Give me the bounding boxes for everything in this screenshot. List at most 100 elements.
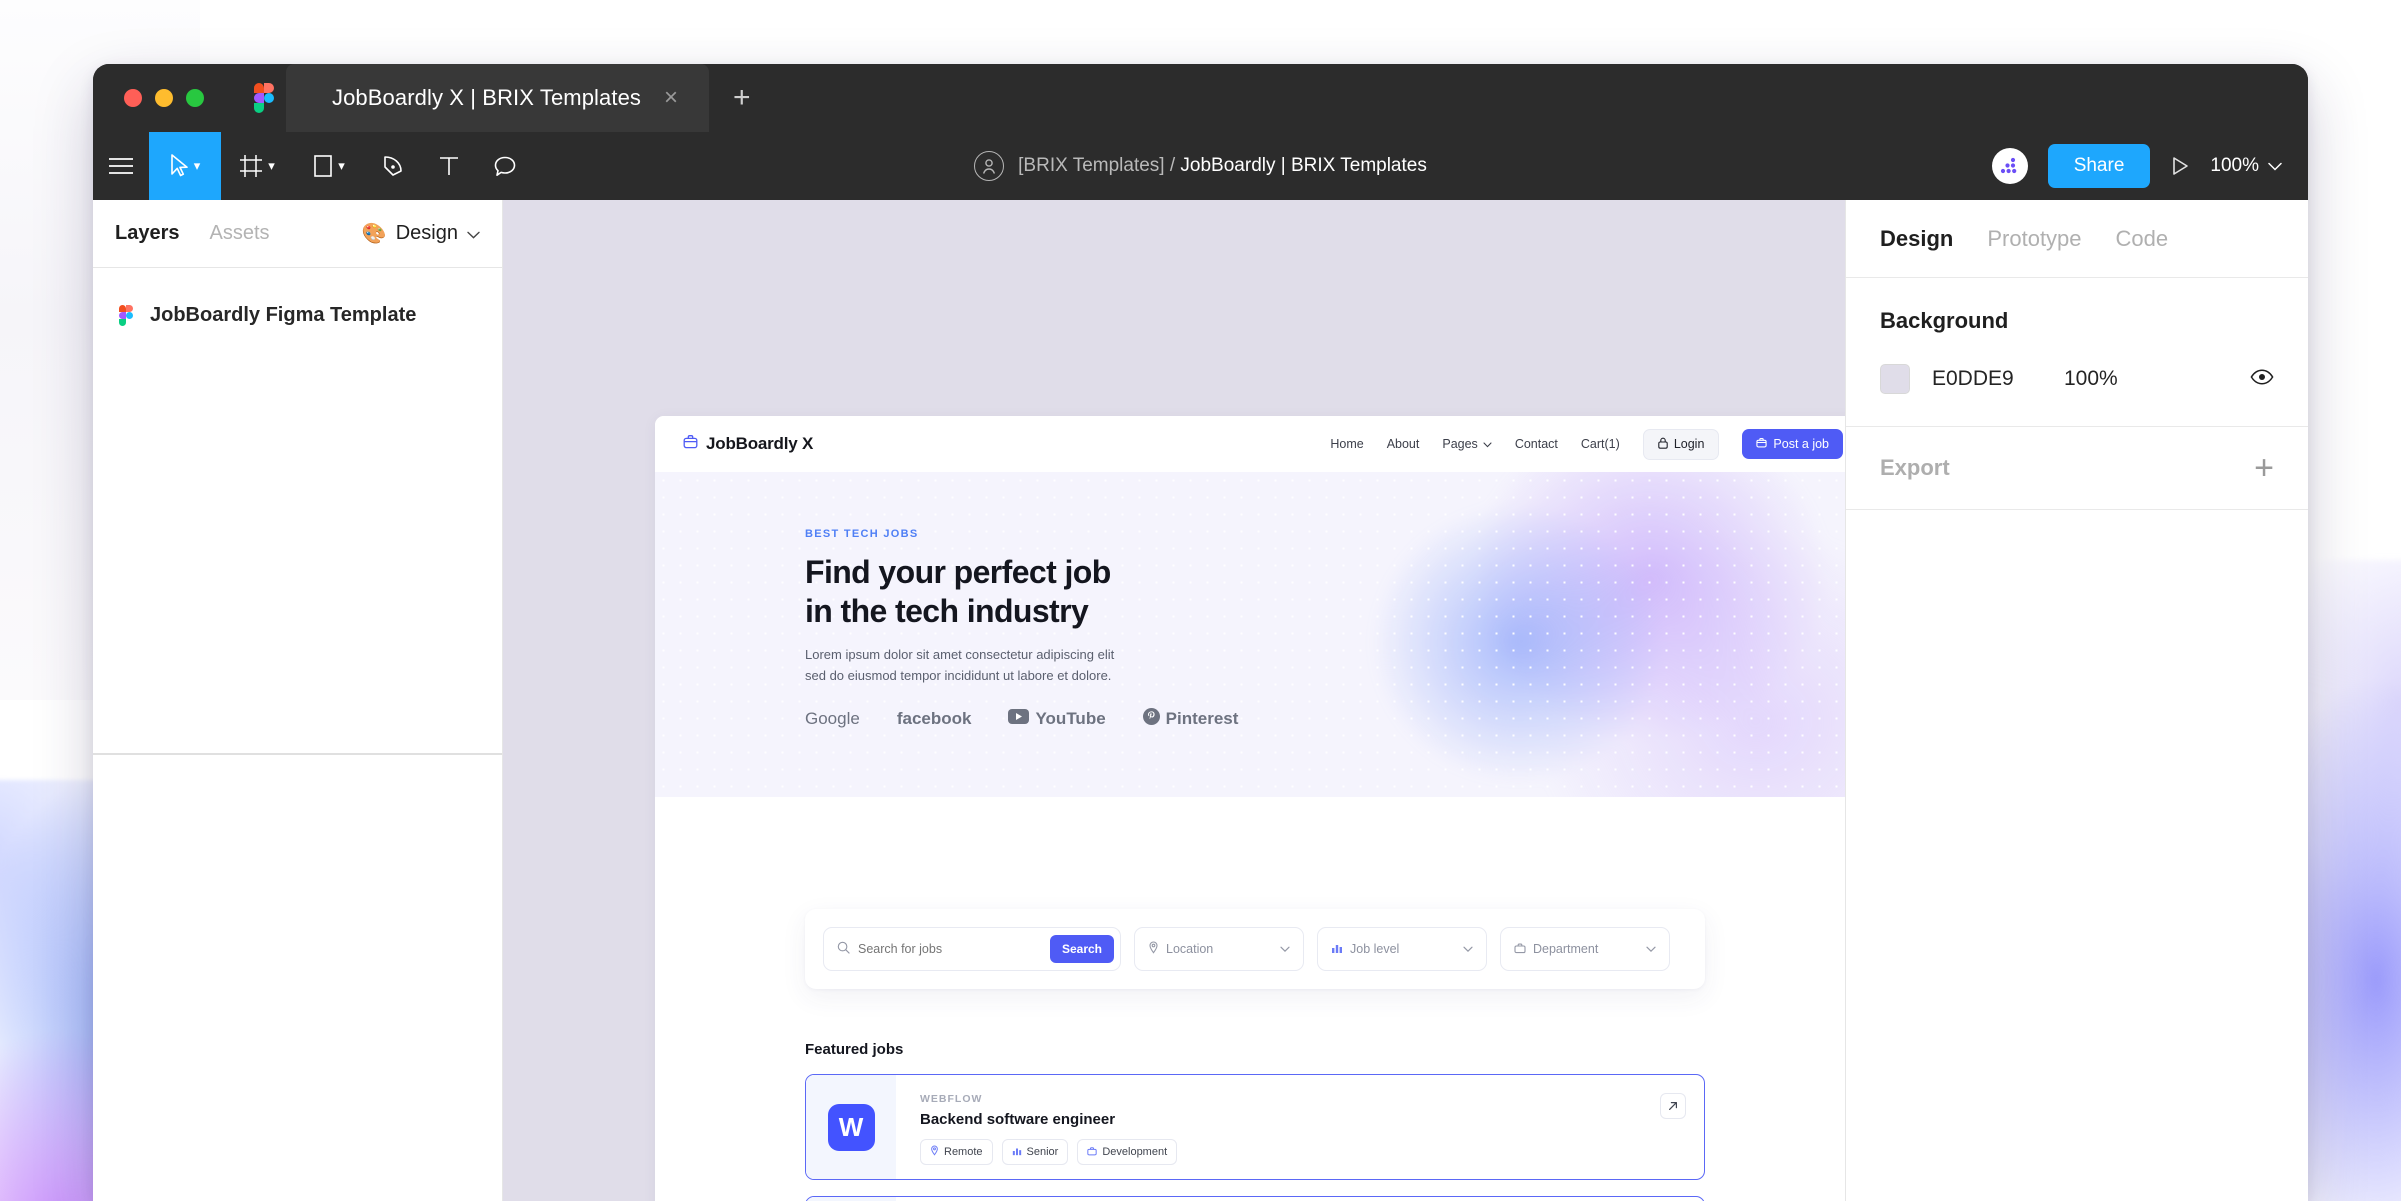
list-item[interactable]: JobBoardly Figma Template xyxy=(93,294,502,337)
toolbar-right-actions: Share 100% xyxy=(1991,132,2282,200)
add-export-icon[interactable]: + xyxy=(2254,450,2274,485)
layer-list: JobBoardly Figma Template xyxy=(93,268,502,337)
figma-toolbar: ▾ ▾ ▾ [BRIX Templates] / JobBoardly | BR… xyxy=(93,132,2308,200)
zoom-chevron-down-icon[interactable] xyxy=(2268,155,2282,177)
job-card-facebook[interactable]: f FACEBOOK React native developer xyxy=(805,1196,1705,1201)
arrow-up-right-icon[interactable] xyxy=(1660,1093,1686,1119)
shape-tool-chevron-down-icon[interactable]: ▾ xyxy=(338,158,345,174)
left-sidebar-tabs: Layers Assets 🎨 Design xyxy=(93,200,502,268)
zoom-level-value: 100% xyxy=(2210,155,2259,176)
facebook-logo-label: facebook xyxy=(896,708,972,728)
maximize-window-button[interactable] xyxy=(186,89,204,107)
collaborator-avatar[interactable] xyxy=(1991,148,2028,184)
tab-assets[interactable]: Assets xyxy=(210,222,270,245)
figma-file-icon xyxy=(119,305,133,326)
frame-tool-button[interactable]: ▾ xyxy=(221,132,293,200)
tab-prototype[interactable]: Prototype xyxy=(1987,226,2081,252)
briefcase-icon xyxy=(683,434,698,454)
webflow-logo-icon: W xyxy=(827,1103,875,1151)
comment-tool-button[interactable] xyxy=(477,132,533,200)
nav-link-contact[interactable]: Contact xyxy=(1515,437,1558,451)
job-open-arrow[interactable] xyxy=(1642,1075,1704,1179)
search-input[interactable] xyxy=(858,942,1042,956)
pen-tool-button[interactable] xyxy=(365,132,421,200)
department-chevron-down-icon[interactable] xyxy=(1646,942,1656,956)
visibility-eye-icon[interactable] xyxy=(2250,369,2274,390)
background-hex-value[interactable]: E0DDE9 xyxy=(1932,367,2064,391)
present-play-icon[interactable] xyxy=(2170,155,2190,177)
move-tool-button[interactable]: ▾ xyxy=(149,132,221,200)
job-tag-department: Development xyxy=(1077,1139,1178,1165)
nav-link-cart[interactable]: Cart(1) xyxy=(1581,437,1620,451)
tab-code[interactable]: Code xyxy=(2116,226,2169,252)
background-section: Background E0DDE9 100% xyxy=(1846,278,2308,427)
job-tag-location: Remote xyxy=(920,1139,993,1165)
job-logo-wrapper: W xyxy=(806,1075,896,1179)
login-button[interactable]: Login xyxy=(1642,428,1720,460)
text-tool-button[interactable] xyxy=(421,132,477,200)
youtube-play-icon xyxy=(1008,708,1030,729)
share-button[interactable]: Share xyxy=(2047,144,2151,188)
frame-tool-chevron-down-icon[interactable]: ▾ xyxy=(268,158,275,174)
design-mode-switch[interactable]: 🎨 Design xyxy=(362,221,480,246)
hero-subtext-line-1: Lorem ipsum dolor sit amet consectetur a… xyxy=(805,647,1115,663)
job-company-name: WEBFLOW xyxy=(920,1093,983,1105)
background-opacity-value[interactable]: 100% xyxy=(2064,367,2118,391)
website-frame: JobBoardly X Home About Pages Contact Ca… xyxy=(655,416,1845,1201)
zoom-level-control[interactable]: 100% xyxy=(2210,155,2282,177)
search-input-wrapper[interactable]: Search xyxy=(823,927,1121,971)
department-filter-dropdown[interactable]: Department xyxy=(1500,927,1670,971)
tab-layers[interactable]: Layers xyxy=(115,222,180,245)
site-nav-links: Home About Pages Contact Cart(1) Login P… xyxy=(1330,428,1843,460)
location-filter-label: Location xyxy=(1166,942,1214,956)
logo-pinterest: Pinterest xyxy=(1142,707,1238,730)
location-filter-dropdown[interactable]: Location xyxy=(1134,927,1304,971)
background-color-swatch[interactable] xyxy=(1880,364,1910,394)
job-level-chevron-down-icon[interactable] xyxy=(1463,942,1473,956)
job-tag-level: Senior xyxy=(1001,1139,1069,1165)
job-open-arrow[interactable] xyxy=(1642,1197,1704,1201)
nav-pages-chevron-down-icon[interactable] xyxy=(1483,437,1492,451)
close-tab-icon[interactable]: × xyxy=(659,86,683,110)
minimize-window-button[interactable] xyxy=(155,89,173,107)
pin-icon xyxy=(930,1145,939,1159)
post-a-job-button[interactable]: Post a job xyxy=(1742,429,1843,459)
document-tab[interactable]: JobBoardly X | BRIX Templates × xyxy=(286,64,710,132)
hero-subtext-line-2: sed do eiusmod tempor incididunt ut labo… xyxy=(805,667,1112,683)
figma-app-window: JobBoardly X | BRIX Templates × + ▾ ▾ ▾ xyxy=(93,64,2308,1201)
site-brand[interactable]: JobBoardly X xyxy=(683,434,813,454)
nav-link-pages-label: Pages xyxy=(1442,437,1478,451)
shape-tool-button[interactable]: ▾ xyxy=(293,132,365,200)
job-details: FACEBOOK React native developer Austin, … xyxy=(896,1197,1642,1201)
nav-link-about[interactable]: About xyxy=(1387,437,1420,451)
search-icon xyxy=(837,941,850,957)
window-controls xyxy=(124,89,204,107)
post-a-job-label: Post a job xyxy=(1773,437,1829,451)
login-label: Login xyxy=(1673,437,1705,451)
right-sidebar: Design Prototype Code Background E0DDE9 … xyxy=(1845,200,2308,1201)
move-tool-chevron-down-icon[interactable]: ▾ xyxy=(194,158,201,174)
design-mode-chevron-down-icon[interactable] xyxy=(467,222,480,245)
document-tab-label: JobBoardly X | BRIX Templates xyxy=(332,85,642,110)
briefcase-icon xyxy=(1087,1146,1097,1159)
main-menu-button[interactable] xyxy=(93,132,149,200)
figma-logo-icon xyxy=(254,83,274,113)
pinterest-icon xyxy=(1142,707,1160,730)
google-logo-label: Google xyxy=(805,708,860,728)
tab-design[interactable]: Design xyxy=(1880,226,1953,252)
layer-name: JobBoardly Figma Template xyxy=(150,304,417,326)
location-chevron-down-icon[interactable] xyxy=(1280,942,1290,956)
close-window-button[interactable] xyxy=(124,89,142,107)
new-tab-icon[interactable]: + xyxy=(733,83,751,113)
hero-eyebrow: BEST TECH JOBS xyxy=(805,528,919,540)
job-card-webflow[interactable]: W WEBFLOW Backend software engineer Remo… xyxy=(805,1074,1705,1180)
background-section-title: Background xyxy=(1880,308,2009,333)
youtube-logo-label: YouTube xyxy=(1035,708,1106,728)
search-button[interactable]: Search xyxy=(1049,935,1114,963)
webflow-logo-letter: W xyxy=(838,1111,864,1142)
figma-canvas[interactable]: JobBoardly X Home About Pages Contact Ca… xyxy=(503,200,1845,1201)
nav-link-home[interactable]: Home xyxy=(1330,437,1363,451)
nav-link-pages[interactable]: Pages xyxy=(1442,437,1492,451)
briefcase-icon xyxy=(1756,437,1768,451)
job-level-filter-dropdown[interactable]: Job level xyxy=(1317,927,1487,971)
